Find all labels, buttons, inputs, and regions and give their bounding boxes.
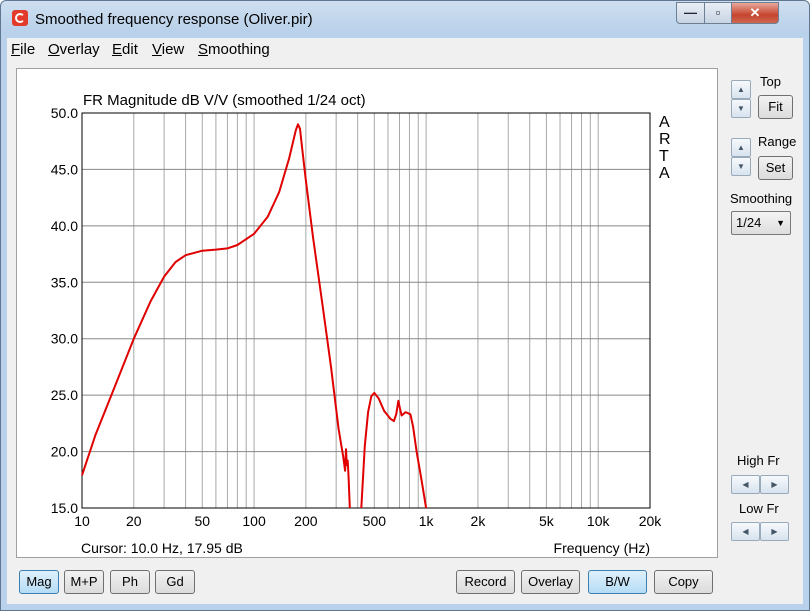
up-icon: ▲	[737, 85, 745, 94]
top-label: Top	[760, 74, 781, 89]
x-tick-label: 200	[294, 513, 318, 529]
high-fr-right-button[interactable]: ▶	[760, 475, 789, 494]
minimize-button[interactable]: —	[676, 2, 705, 24]
left-arrow-icon: ◀	[742, 480, 749, 489]
x-tick-label: 1k	[419, 513, 435, 529]
mag-phase-button[interactable]: M+P	[64, 570, 104, 594]
window-title: Smoothed frequency response (Oliver.pir)	[35, 11, 313, 28]
x-tick-label: 500	[363, 513, 387, 529]
copy-button[interactable]: Copy	[654, 570, 713, 594]
range-label: Range	[758, 134, 797, 149]
up-icon: ▲	[737, 143, 745, 152]
x-tick-label: 20k	[639, 513, 663, 529]
y-tick-label: 25.0	[51, 387, 78, 403]
x-tick-label: 2k	[471, 513, 487, 529]
right-arrow-icon: ▶	[771, 480, 778, 489]
watermark-letter: T	[659, 148, 669, 165]
range-up-button[interactable]: ▲	[731, 138, 751, 157]
low-fr-left-button[interactable]: ◀	[731, 522, 760, 541]
top-up-button[interactable]: ▲	[731, 80, 751, 99]
high-fr-left-button[interactable]: ◀	[731, 475, 760, 494]
menu-edit[interactable]: Edit	[112, 41, 138, 58]
maximize-button[interactable]: ▫	[704, 2, 732, 24]
maximize-icon: ▫	[715, 5, 721, 20]
bw-button[interactable]: B/W	[588, 570, 647, 594]
mag-button[interactable]: Mag	[19, 570, 59, 594]
y-tick-label: 20.0	[51, 444, 78, 460]
high-fr-label: High Fr	[737, 453, 780, 468]
plot-frame	[81, 112, 651, 509]
frequency-response-chart[interactable]: 10 20 50 100 200 500 1k 2k 5k 10k 20k15.020.025.03…	[17, 69, 717, 557]
x-tick-label: 20	[126, 513, 142, 529]
overlay-button[interactable]: Overlay	[521, 570, 580, 594]
watermark-letter: A	[659, 165, 670, 182]
arta-app-icon	[12, 10, 28, 26]
low-fr-right-button[interactable]: ▶	[760, 522, 789, 541]
group-delay-button[interactable]: Gd	[155, 570, 195, 594]
down-icon: ▼	[737, 162, 745, 171]
smoothing-label: Smoothing	[730, 191, 793, 206]
low-fr-label: Low Fr	[739, 501, 779, 516]
left-arrow-icon: ◀	[742, 527, 749, 536]
x-tick-label: 100	[242, 513, 266, 529]
right-arrow-icon: ▶	[771, 527, 778, 536]
chevron-down-icon: ▼	[776, 218, 785, 228]
x-tick-label: 10k	[587, 513, 611, 529]
record-button[interactable]: Record	[456, 570, 515, 594]
menu-smoothing[interactable]: Smoothing	[198, 41, 270, 58]
y-tick-label: 35.0	[51, 274, 78, 290]
x-tick-label: 5k	[539, 513, 555, 529]
chart-title: FR Magnitude dB V/V (smoothed 1/24 oct)	[83, 92, 366, 109]
down-icon: ▼	[737, 104, 745, 113]
menu-file[interactable]: File	[11, 41, 35, 58]
y-tick-label: 50.0	[51, 105, 78, 121]
title-bar: Smoothed frequency response (Oliver.pir)…	[1, 1, 809, 35]
minimize-icon: —	[684, 5, 697, 20]
plot-panel[interactable]: 10 20 50 100 200 500 1k 2k 5k 10k 20k 15.0 20.0 25.0 3…	[16, 68, 718, 558]
y-tick-label: 15.0	[51, 500, 78, 516]
phase-button[interactable]: Ph	[110, 570, 150, 594]
smoothing-select[interactable]: 1/24 ▼	[731, 211, 791, 235]
y-tick-label: 30.0	[51, 331, 78, 347]
fit-button[interactable]: Fit	[758, 95, 793, 119]
client-area: 10 20 50 100 200 500 1k 2k 5k 10k 20k 15.0 20.0 25.0 3…	[7, 60, 803, 604]
menu-view[interactable]: View	[152, 41, 184, 58]
x-axis-label: Frequency (Hz)	[554, 540, 650, 556]
watermark-letter: R	[659, 131, 671, 148]
menu-overlay[interactable]: Overlay	[48, 41, 100, 58]
close-button[interactable]: ✕	[731, 2, 779, 24]
menu-bar: File Overlay Edit View Smoothing	[7, 38, 803, 60]
y-tick-label: 40.0	[51, 218, 78, 234]
cursor-readout: Cursor: 10.0 Hz, 17.95 dB	[81, 540, 243, 556]
range-down-button[interactable]: ▼	[731, 157, 751, 176]
y-tick-label: 45.0	[51, 161, 78, 177]
x-tick-label: 50	[194, 513, 210, 529]
app-window: Smoothed frequency response (Oliver.pir)…	[0, 0, 810, 611]
set-button[interactable]: Set	[758, 156, 793, 180]
frequency-response-curve	[360, 391, 428, 509]
watermark-letter: A	[659, 114, 670, 131]
close-icon: ✕	[749, 5, 761, 20]
top-down-button[interactable]: ▼	[731, 99, 751, 118]
